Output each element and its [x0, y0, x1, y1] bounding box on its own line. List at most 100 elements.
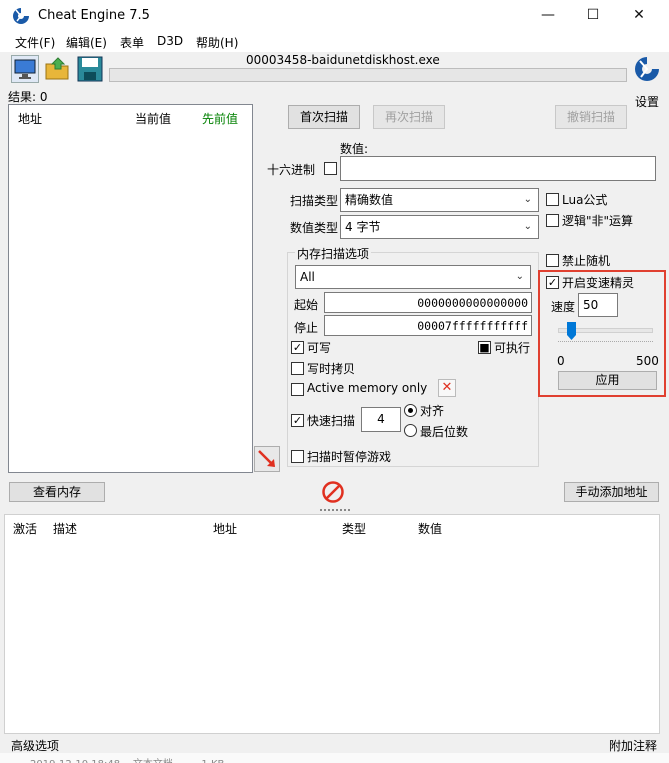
executable-label: 可执行: [494, 341, 531, 355]
column-value[interactable]: 数值: [418, 520, 442, 537]
not-logic-label: 逻辑"非"运算: [562, 214, 634, 228]
settings-label: 设置: [635, 95, 660, 109]
active-memory-only-checkbox[interactable]: [291, 383, 304, 396]
scan-type-value: 精确数值: [345, 193, 394, 207]
open-process-button[interactable]: [11, 55, 39, 83]
cheat-engine-logo-icon: [13, 8, 29, 24]
save-button[interactable]: [76, 55, 104, 83]
close-button[interactable]: ✕: [616, 0, 662, 30]
speed-slider[interactable]: [558, 322, 653, 346]
lua-formula-checkbox[interactable]: [546, 193, 559, 206]
not-logic-checkbox[interactable]: [546, 214, 559, 227]
menu-file[interactable]: 文件(F): [15, 34, 55, 51]
fast-scan-alignment-input[interactable]: 4: [361, 407, 401, 432]
value-type-select[interactable]: 4 字节 ⌄: [340, 215, 539, 239]
value-input[interactable]: [340, 156, 656, 181]
first-scan-button[interactable]: 首次扫描: [288, 105, 360, 129]
chevron-down-icon: ⌄: [523, 221, 532, 232]
background-window-strip: 2019-12-10 18:48 文本文档 1 KB: [0, 753, 669, 763]
view-memory-button[interactable]: 查看内存: [9, 482, 105, 502]
align-label: 对齐: [420, 404, 445, 418]
column-current-value[interactable]: 当前值: [135, 110, 171, 127]
speed-slider-thumb[interactable]: [567, 322, 576, 340]
undo-scan-button[interactable]: 撤销扫描: [555, 105, 627, 129]
last-digits-radio[interactable]: [404, 424, 417, 437]
stop-address-input[interactable]: 00007fffffffffff: [324, 315, 532, 336]
cheat-engine-settings-icon: [635, 57, 659, 81]
memory-region-select[interactable]: All ⌄: [295, 265, 531, 289]
results-count: 结果: 0: [8, 90, 48, 104]
clear-x-icon[interactable]: ✕: [438, 379, 456, 397]
scan-progress-bar: [109, 68, 627, 82]
menu-d3d[interactable]: D3D: [157, 34, 183, 48]
menu-help[interactable]: 帮助(H): [196, 34, 238, 51]
active-memory-only-label: Active memory only: [307, 381, 428, 395]
speed-slider-ticks: [558, 341, 653, 344]
align-radio[interactable]: [404, 404, 417, 417]
speed-label: 速度: [551, 300, 576, 314]
writable-checkbox[interactable]: ✓: [291, 341, 304, 354]
disable-random-checkbox[interactable]: [546, 254, 559, 267]
red-arrow-down-right-icon: [258, 450, 275, 467]
chevron-down-icon: ⌄: [523, 194, 532, 205]
speed-input[interactable]: 50: [578, 293, 618, 317]
speed-max-label: 500: [636, 354, 659, 368]
background-file-row: 2019-12-10 18:48 文本文档 1 KB: [30, 755, 224, 763]
splitter-handle[interactable]: [320, 509, 350, 512]
maximize-button[interactable]: ☐: [570, 0, 616, 30]
fast-scan-checkbox[interactable]: ✓: [291, 414, 304, 427]
minimize-button[interactable]: —: [525, 0, 571, 30]
clear-list-button[interactable]: [321, 480, 345, 504]
window-title: Cheat Engine 7.5: [38, 8, 150, 23]
hex-checkbox[interactable]: [324, 162, 337, 175]
folder-open-icon: [45, 57, 69, 80]
title-bar: Cheat Engine 7.5 — ☐ ✕: [0, 0, 669, 32]
speed-min-label: 0: [557, 354, 565, 368]
pause-game-checkbox[interactable]: [291, 450, 304, 463]
value-type-value: 4 字节: [345, 220, 381, 234]
copy-on-write-checkbox[interactable]: [291, 362, 304, 375]
cheat-table[interactable]: 激活 描述 地址 类型 数值: [4, 514, 660, 734]
settings-button[interactable]: [633, 55, 663, 89]
column-type[interactable]: 类型: [342, 520, 366, 537]
save-disk-icon: [77, 56, 103, 82]
disable-random-label: 禁止随机: [562, 254, 611, 268]
column-description[interactable]: 描述: [53, 520, 77, 537]
advanced-options-button[interactable]: 高级选项: [11, 737, 59, 754]
process-name: 00003458-baidunetdiskhost.exe: [246, 53, 440, 67]
results-list[interactable]: 地址 当前值 先前值: [8, 104, 253, 473]
next-scan-button[interactable]: 再次扫描: [373, 105, 445, 129]
fast-scan-label: 快速扫描: [307, 414, 356, 428]
chevron-down-icon: ⌄: [515, 271, 524, 282]
start-address-label: 起始: [294, 298, 319, 312]
column-previous-value[interactable]: 先前值: [202, 110, 238, 127]
scan-type-label: 扫描类型: [290, 194, 339, 208]
apply-speed-button[interactable]: 应用: [558, 371, 657, 390]
menu-table[interactable]: 表单: [120, 34, 144, 51]
enable-speedhack-label: 开启变速精灵: [562, 276, 635, 290]
column-active[interactable]: 激活: [13, 520, 37, 537]
table-extras-button[interactable]: 附加注释: [609, 737, 657, 754]
last-digits-label: 最后位数: [420, 425, 469, 439]
enable-speedhack-checkbox[interactable]: ✓: [546, 276, 559, 289]
open-file-button[interactable]: [44, 55, 72, 83]
executable-checkbox[interactable]: ■: [478, 341, 491, 354]
no-entry-icon: [322, 481, 344, 503]
memory-scan-options-title: 内存扫描选项: [295, 245, 372, 262]
add-selected-to-table-button[interactable]: [254, 446, 280, 472]
value-type-label: 数值类型: [290, 221, 339, 235]
scan-type-select[interactable]: 精确数值 ⌄: [340, 188, 539, 212]
column-address[interactable]: 地址: [213, 520, 237, 537]
lua-formula-label: Lua公式: [562, 193, 608, 207]
monitor-icon: [14, 59, 36, 79]
add-address-manually-button[interactable]: 手动添加地址: [564, 482, 659, 502]
menu-bar: 文件(F) 编辑(E) 表单 D3D 帮助(H): [0, 32, 669, 52]
stop-address-label: 停止: [294, 321, 319, 335]
value-label: 数值:: [340, 142, 369, 156]
menu-edit[interactable]: 编辑(E): [66, 34, 107, 51]
hex-label: 十六进制: [267, 163, 316, 177]
pause-game-label: 扫描时暂停游戏: [307, 450, 392, 464]
column-address[interactable]: 地址: [18, 110, 42, 127]
writable-label: 可写: [307, 341, 332, 355]
start-address-input[interactable]: 0000000000000000: [324, 292, 532, 313]
